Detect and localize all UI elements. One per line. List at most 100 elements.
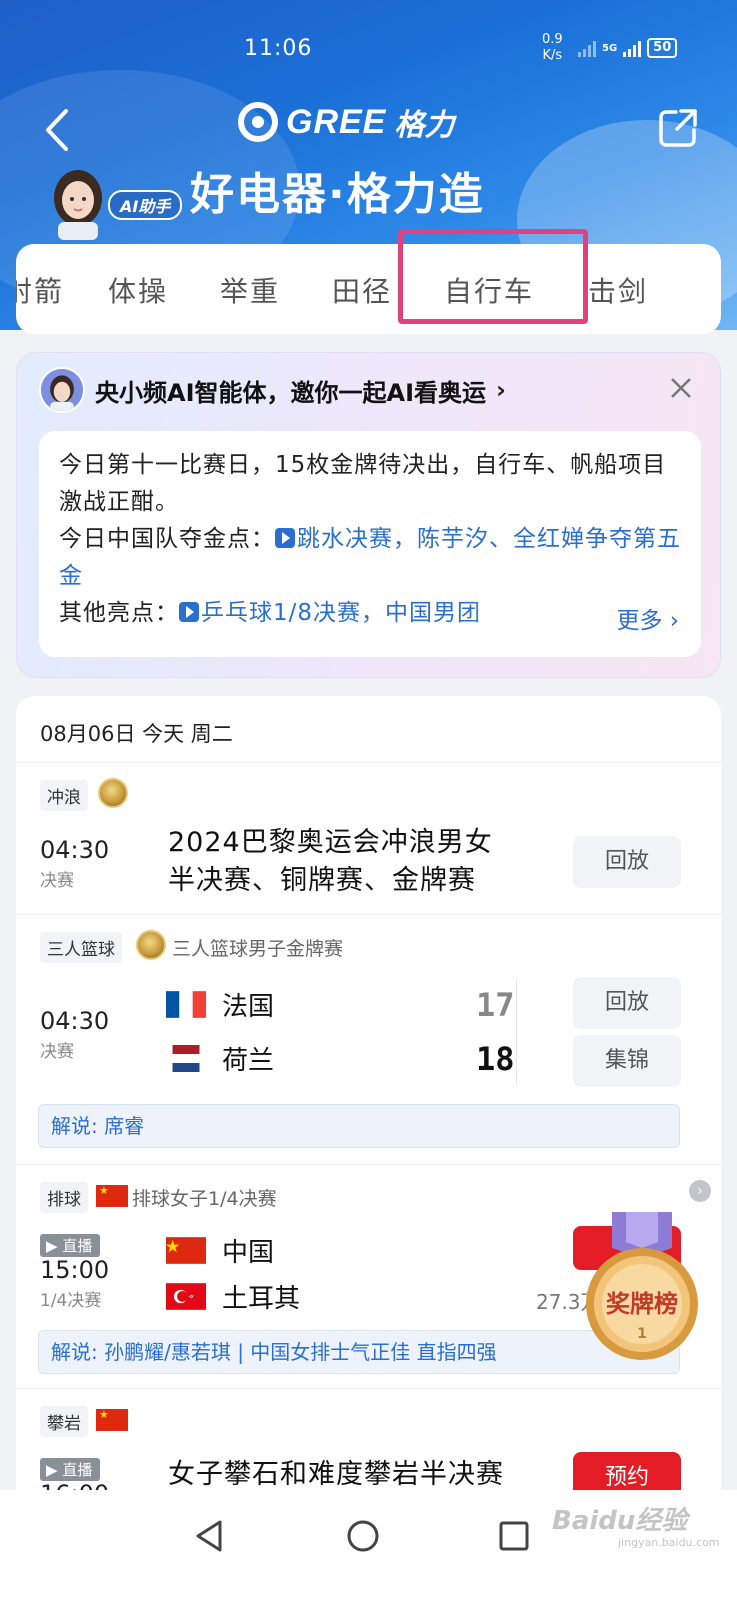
highlight-link[interactable]: 乒乓球1/8决赛，中国男团 bbox=[201, 595, 537, 632]
event-time: 04:30 bbox=[40, 836, 110, 864]
china-flag-icon bbox=[96, 1408, 128, 1431]
team-name: 荷兰 bbox=[222, 1046, 275, 1076]
sport-tag: 攀岩 bbox=[40, 1406, 88, 1437]
network-speed: 0.9 K/s bbox=[542, 32, 563, 64]
tab-fencing[interactable]: 击剑 bbox=[588, 270, 648, 310]
status-bar: 11:06 0.9 K/s 5G 50 bbox=[0, 0, 737, 90]
sport-tag: 排球 bbox=[40, 1182, 88, 1213]
watermark-url: jingyan.baidu.com bbox=[618, 1536, 720, 1549]
event-subtitle: 三人篮球男子金牌赛 bbox=[172, 938, 344, 960]
event-stage: 1/4决赛 bbox=[40, 1291, 102, 1311]
play-icon: ▶ bbox=[46, 1237, 63, 1255]
chevron-right-icon: › bbox=[669, 608, 679, 634]
event-time: 04:30 bbox=[40, 1007, 110, 1035]
replay-button[interactable]: 回放 bbox=[573, 836, 681, 888]
play-icon bbox=[179, 602, 199, 622]
france-flag-icon bbox=[166, 991, 206, 1018]
team-row[interactable]: 法国 bbox=[166, 986, 274, 1023]
divider bbox=[16, 1164, 721, 1165]
signal-icon bbox=[578, 39, 596, 57]
team-score: 18 bbox=[476, 1040, 515, 1078]
status-time: 11:06 bbox=[244, 36, 313, 61]
watermark: Baidu经验 bbox=[552, 1506, 688, 1536]
divider bbox=[16, 914, 721, 915]
replay-button[interactable]: 回放 bbox=[573, 977, 681, 1029]
schedule-date: 08月06日 今天 周二 bbox=[40, 722, 233, 746]
sport-tabs: 射箭 体操 举重 田径 自行车 击剑 bbox=[16, 244, 721, 334]
sport-tag: 三人篮球 bbox=[40, 932, 122, 963]
team-row[interactable]: 荷兰 bbox=[166, 1040, 274, 1077]
more-link[interactable]: 更多 › bbox=[576, 601, 679, 635]
signal-icon bbox=[623, 39, 642, 57]
network-speed-value: 0.9 bbox=[542, 32, 563, 47]
status-icons: 5G 50 bbox=[578, 38, 678, 58]
china-flag-icon bbox=[166, 1237, 206, 1264]
cycling-tab-highlight bbox=[398, 229, 588, 324]
team-name: 中国 bbox=[222, 1238, 275, 1268]
event-stage: 决赛 bbox=[40, 871, 74, 891]
event-time: 15:00 bbox=[40, 1256, 110, 1284]
event-stage: 决赛 bbox=[40, 1042, 74, 1062]
chevron-right-icon: › bbox=[496, 376, 506, 404]
turkey-flag-icon bbox=[166, 1283, 206, 1310]
team-row[interactable]: 土耳其 bbox=[166, 1278, 300, 1315]
nav-home-icon[interactable] bbox=[343, 1516, 383, 1556]
network-type: 5G bbox=[602, 42, 618, 54]
chevron-right-icon[interactable]: › bbox=[689, 1180, 711, 1202]
share-icon[interactable] bbox=[656, 106, 700, 150]
ai-assistant-tag[interactable]: AI助手 bbox=[108, 190, 183, 220]
slogan: 好电器·格力造 bbox=[190, 169, 485, 220]
sport-tag: 冲浪 bbox=[40, 780, 88, 811]
team-row[interactable]: 中国 bbox=[166, 1232, 274, 1269]
medal-ranking-badge[interactable]: 奖牌榜 1 bbox=[576, 1212, 708, 1362]
gold-medal-icon bbox=[98, 778, 128, 808]
divider bbox=[16, 762, 721, 763]
nav-recents-icon[interactable] bbox=[494, 1516, 534, 1556]
ai-card-title: 央小频AI智能体，邀你一起AI看奥运 bbox=[95, 378, 487, 407]
team-score: 17 bbox=[476, 986, 515, 1024]
event-subtitle: 排球女子1/4决赛 bbox=[132, 1188, 277, 1210]
divider bbox=[16, 1388, 721, 1389]
event-title-line: 2024巴黎奥运会冲浪男女 bbox=[168, 827, 493, 858]
nav-back-icon[interactable] bbox=[190, 1516, 230, 1556]
tab-weightlifting[interactable]: 举重 bbox=[220, 270, 280, 310]
live-badge: ▶ 直播 bbox=[40, 1458, 101, 1481]
divider bbox=[516, 978, 517, 1086]
ai-card-content: 今日第十一比赛日，15枚金牌待决出，自行车、帆船项目激战正酣。 今日中国队夺金点… bbox=[39, 431, 701, 657]
ai-summary-text: 今日第十一比赛日，15枚金牌待决出，自行车、帆船项目激战正酣。 bbox=[59, 452, 667, 515]
ai-summary-card: 央小频AI智能体，邀你一起AI看奥运 › 今日第十一比赛日，15枚金牌待决出，自… bbox=[16, 352, 721, 678]
schedule-list: 08月06日 今天 周二 冲浪 04:30 决赛 2024巴黎奥运会冲浪男女 半… bbox=[16, 696, 721, 1600]
event-title[interactable]: 女子攀石和难度攀岩半决赛 bbox=[168, 1456, 504, 1494]
medal-badge-rank: 1 bbox=[637, 1326, 647, 1342]
commentary-bar[interactable]: 解说: 席睿 bbox=[38, 1104, 680, 1148]
event-title[interactable]: 2024巴黎奥运会冲浪男女 半决赛、铜牌赛、金牌赛 bbox=[168, 824, 493, 900]
play-icon: ▶ bbox=[46, 1461, 63, 1479]
tab-archery[interactable]: 射箭 bbox=[16, 270, 64, 310]
play-icon bbox=[275, 528, 295, 548]
highlights-button[interactable]: 集锦 bbox=[573, 1035, 681, 1087]
tab-athletics[interactable]: 田径 bbox=[332, 270, 392, 310]
highlight-label: 其他亮点： bbox=[59, 600, 179, 626]
tab-gymnastics[interactable]: 体操 bbox=[108, 270, 168, 310]
gold-point-label: 今日中国队夺金点： bbox=[59, 526, 275, 552]
gold-medal-icon bbox=[136, 930, 166, 960]
brand-cn: 格力 bbox=[394, 108, 455, 143]
battery-icon: 50 bbox=[647, 38, 678, 58]
ai-card-header[interactable]: 央小频AI智能体，邀你一起AI看奥运 › bbox=[39, 367, 506, 413]
live-label: 直播 bbox=[62, 1237, 93, 1255]
gree-logo-icon bbox=[238, 102, 278, 142]
ai-gold-point: 今日中国队夺金点： 跳水决赛，陈芋汐、全红婵争夺第五金 bbox=[59, 521, 681, 595]
netherlands-flag-icon bbox=[172, 1045, 200, 1072]
close-icon[interactable] bbox=[666, 373, 696, 403]
team-name: 法国 bbox=[222, 992, 275, 1022]
brand-logo: GREE 格力 bbox=[238, 100, 454, 144]
back-arrow-icon[interactable] bbox=[38, 105, 78, 155]
team-name: 土耳其 bbox=[222, 1284, 301, 1314]
event-title-line: 半决赛、铜牌赛、金牌赛 bbox=[168, 865, 476, 896]
medal-badge-label: 奖牌榜 bbox=[606, 1290, 678, 1318]
live-label: 直播 bbox=[62, 1461, 93, 1479]
ai-assistant-avatar[interactable] bbox=[50, 168, 106, 240]
more-label: 更多 bbox=[616, 608, 663, 634]
ai-avatar-icon bbox=[39, 367, 85, 413]
live-badge: ▶ 直播 bbox=[40, 1234, 101, 1257]
